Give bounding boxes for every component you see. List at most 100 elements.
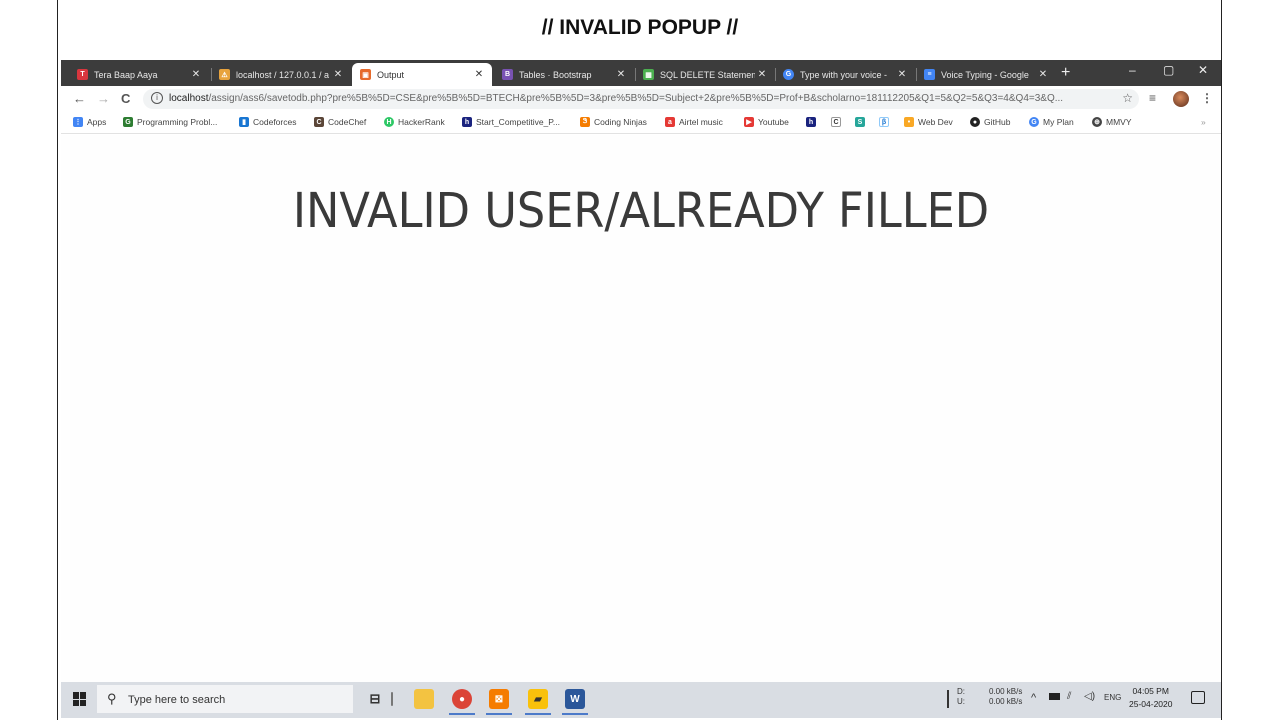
tab-type-with-voice[interactable]: G Type with your voice - ✕ [775, 63, 915, 86]
bookmarks-overflow-icon[interactable]: » [1201, 117, 1206, 127]
bookmark-hackerrank[interactable]: H HackerRank [384, 117, 445, 127]
bookmark-codechef[interactable]: C CodeChef [314, 117, 366, 127]
tab-favicon-icon: ▣ [360, 69, 371, 80]
invalid-user-message: INVALID USER/ALREADY FILLED [292, 183, 990, 239]
bookmark-label: My Plan [1043, 117, 1074, 127]
bookmark-c-icon[interactable]: C [831, 117, 845, 127]
bookmark-codeforces[interactable]: ▮ Codeforces [239, 117, 296, 127]
app-icon[interactable]: ▰ [528, 689, 548, 709]
tab-label: Output [377, 69, 405, 80]
notification-icon[interactable] [1191, 691, 1205, 704]
codeforces-icon: ▮ [239, 117, 249, 127]
tab-label: Tera Baap Aaya [94, 69, 158, 80]
reload-button[interactable]: C [121, 91, 130, 106]
apps-grid-icon: ⋮ [73, 117, 83, 127]
url-path: /assign/ass6/savetodb.php?pre%5B%5D=CSE&… [208, 93, 1064, 104]
close-icon[interactable]: ✕ [189, 69, 203, 80]
active-indicator [562, 713, 588, 715]
close-icon[interactable]: ✕ [1036, 69, 1050, 80]
bookmark-airtel-music[interactable]: a Airtel music [665, 117, 723, 127]
battery-icon[interactable] [1049, 693, 1060, 700]
net-u-label: U: [957, 697, 965, 706]
bookmark-coding-ninjas[interactable]: Ꮥ Coding Ninjas [580, 117, 647, 127]
bookmark-label: Programming Probl... [137, 117, 218, 127]
active-indicator [525, 713, 551, 715]
tab-output[interactable]: ▣ Output ✕ [352, 63, 492, 86]
task-view-icon[interactable]: ⊟ [365, 689, 385, 709]
geeks-icon: G [123, 117, 133, 127]
xampp-icon[interactable]: ⊠ [489, 689, 509, 709]
bookmark-label: MMVY [1106, 117, 1132, 127]
language-indicator[interactable]: ENG [1104, 693, 1121, 702]
browser-screenshot: T Tera Baap Aaya ✕ ⚠ localhost / 127.0.0… [61, 60, 1221, 718]
bookmark-star-icon[interactable]: ☆ [1122, 91, 1133, 105]
minimize-button[interactable]: – [1129, 63, 1136, 77]
close-icon[interactable]: ✕ [755, 69, 769, 80]
active-indicator [449, 713, 475, 715]
bookmark-youtube[interactable]: ▶ Youtube [744, 117, 789, 127]
bookmark-apps[interactable]: ⋮ Apps [73, 117, 106, 127]
coding-ninjas-icon: Ꮥ [580, 117, 590, 127]
close-icon[interactable]: ✕ [472, 69, 486, 80]
bookmark-label: Apps [87, 117, 107, 127]
taskbar-search[interactable]: ⚲ Type here to search [97, 685, 353, 713]
hashnode-icon: h [806, 117, 816, 127]
bookmark-web-dev[interactable]: • Web Dev [904, 117, 953, 127]
bookmark-hashnode[interactable]: h [806, 117, 820, 127]
bookmark-label: CodeChef [328, 117, 367, 127]
chrome-icon[interactable]: ● [452, 689, 472, 709]
docs-icon: ≡ [924, 69, 935, 80]
bookmark-start-competitive[interactable]: h Start_Competitive_P... [462, 117, 560, 127]
table-icon: ▦ [643, 69, 654, 80]
file-explorer-icon[interactable] [414, 689, 434, 709]
globe-icon: ⊕ [1092, 117, 1102, 127]
tab-favicon-icon: T [77, 69, 88, 80]
volume-icon[interactable]: ◁) [1084, 691, 1095, 702]
airtel-icon: a [665, 117, 675, 127]
bookmark-s-icon[interactable]: S [855, 117, 869, 127]
bookmark-github[interactable]: ● GitHub [970, 117, 1010, 127]
close-icon[interactable]: ✕ [895, 69, 909, 80]
menu-icon[interactable]: ⋮ [1201, 91, 1213, 105]
taskbar-divider [391, 692, 393, 706]
address-bar[interactable]: i localhost/assign/ass6/savetodb.php?pre… [143, 89, 1139, 109]
github-icon: ● [970, 117, 980, 127]
hashnode-icon: h [462, 117, 472, 127]
codechef-icon: C [314, 117, 324, 127]
close-icon[interactable]: ✕ [614, 69, 628, 80]
web-dev-icon: • [904, 117, 914, 127]
slide-border-left [57, 0, 58, 720]
bookmarks-bar: ⋮ Apps G Programming Probl... ▮ Codeforces … [61, 112, 1221, 134]
tab-tables-bootstrap[interactable]: B Tables · Bootstrap ✕ [494, 63, 634, 86]
url-text[interactable]: localhost/assign/ass6/savetodb.php?pre%5… [169, 93, 1109, 104]
word-icon[interactable]: W [565, 689, 585, 709]
net-download: 0.00 kB/s [989, 687, 1023, 696]
forward-button[interactable]: → [97, 91, 110, 106]
info-icon[interactable]: i [151, 92, 163, 104]
close-icon[interactable]: ✕ [331, 69, 345, 80]
tab-sql-delete[interactable]: ▦ SQL DELETE Statement ✕ [635, 63, 775, 86]
avatar[interactable] [1173, 91, 1189, 107]
close-window-button[interactable]: ✕ [1198, 63, 1208, 77]
bookmark-mmvy[interactable]: ⊕ MMVY [1092, 117, 1132, 127]
tab-localhost[interactable]: ⚠ localhost / 127.0.0.1 / a ✕ [211, 63, 351, 86]
network-icon[interactable]: ⫽ [1067, 691, 1071, 702]
clock-time: 04:05 PM [1132, 686, 1169, 696]
tab-label: SQL DELETE Statement [660, 69, 755, 80]
clock[interactable]: 04:05 PM 25-04-2020 [1129, 685, 1172, 711]
slide: // INVALID POPUP // T Tera Baap Aaya ✕ ⚠… [0, 0, 1280, 720]
reading-list-icon[interactable]: ≡ [1149, 91, 1156, 105]
new-tab-button[interactable]: + [1061, 64, 1070, 82]
bookmark-b-icon[interactable]: β [879, 117, 893, 127]
tab-voice-typing[interactable]: ≡ Voice Typing - Google ✕ [916, 63, 1056, 86]
tab-tera-baap-aaya[interactable]: T Tera Baap Aaya ✕ [69, 63, 209, 86]
chevron-up-icon[interactable]: ^ [1031, 692, 1036, 704]
tab-label: Type with your voice - [800, 69, 888, 80]
back-button[interactable]: ← [73, 91, 86, 106]
c-letter-icon: C [831, 117, 841, 127]
bookmark-programming-problems[interactable]: G Programming Probl... [123, 117, 217, 127]
maximize-button[interactable]: ▢ [1163, 63, 1174, 77]
windows-start-icon[interactable] [73, 692, 87, 706]
bookmark-my-plan[interactable]: G My Plan [1029, 117, 1074, 127]
tab-label: Tables · Bootstrap [519, 69, 592, 80]
